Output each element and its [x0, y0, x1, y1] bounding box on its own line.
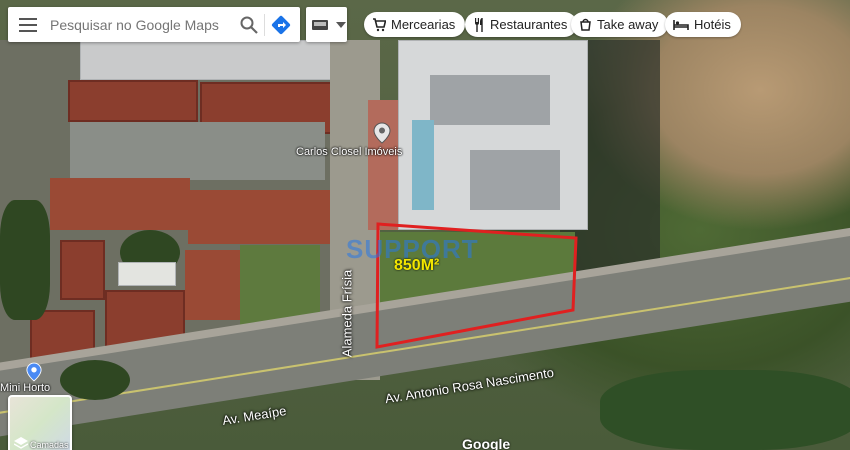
lot-outline [375, 222, 578, 349]
chip-label: Take away [597, 17, 659, 32]
chip-hoteis[interactable]: Hotéis [665, 12, 741, 37]
fork-knife-icon [475, 17, 483, 32]
place-pin-icon[interactable] [373, 122, 391, 144]
layers-label: Camadas [30, 440, 69, 450]
google-logo: Google [462, 436, 511, 450]
directions-icon [271, 15, 291, 34]
layers-icon [14, 437, 28, 449]
street-label-alameda-frisia: Alameda Frísia [339, 269, 355, 358]
search-icon [240, 16, 258, 34]
chip-label: Hotéis [694, 17, 731, 32]
transit-icon [312, 19, 328, 30]
search-box [8, 7, 300, 42]
place-label-carlos-closel[interactable]: Carlos Closel Imóveis [296, 146, 402, 158]
place-pin-icon[interactable] [26, 362, 42, 382]
chip-mercearias[interactable]: Mercearias [364, 12, 466, 37]
search-button[interactable] [240, 16, 258, 34]
takeaway-icon [580, 18, 591, 31]
divider [264, 13, 265, 36]
search-input[interactable] [48, 15, 232, 34]
satellite-map[interactable]: SUPPORT 850M² Alameda Frísia Av. Meaípe … [0, 0, 850, 450]
directions-button[interactable] [271, 15, 291, 35]
hamburger-icon [19, 17, 37, 32]
transit-layer-dropdown[interactable] [306, 7, 347, 42]
chip-label: Mercearias [391, 17, 456, 32]
cart-icon [373, 17, 386, 31]
place-label-mini-horto[interactable]: Mini Horto [0, 382, 50, 394]
chip-take-away[interactable]: Take away [571, 12, 669, 37]
chevron-down-icon [336, 21, 346, 28]
bed-icon [673, 19, 689, 30]
chip-restaurantes[interactable]: Restaurantes [465, 12, 578, 37]
layers-toggle[interactable]: Camadas [8, 395, 72, 450]
area-label: 850M² [394, 257, 440, 274]
chip-label: Restaurantes [490, 17, 568, 32]
menu-button[interactable] [8, 7, 48, 42]
